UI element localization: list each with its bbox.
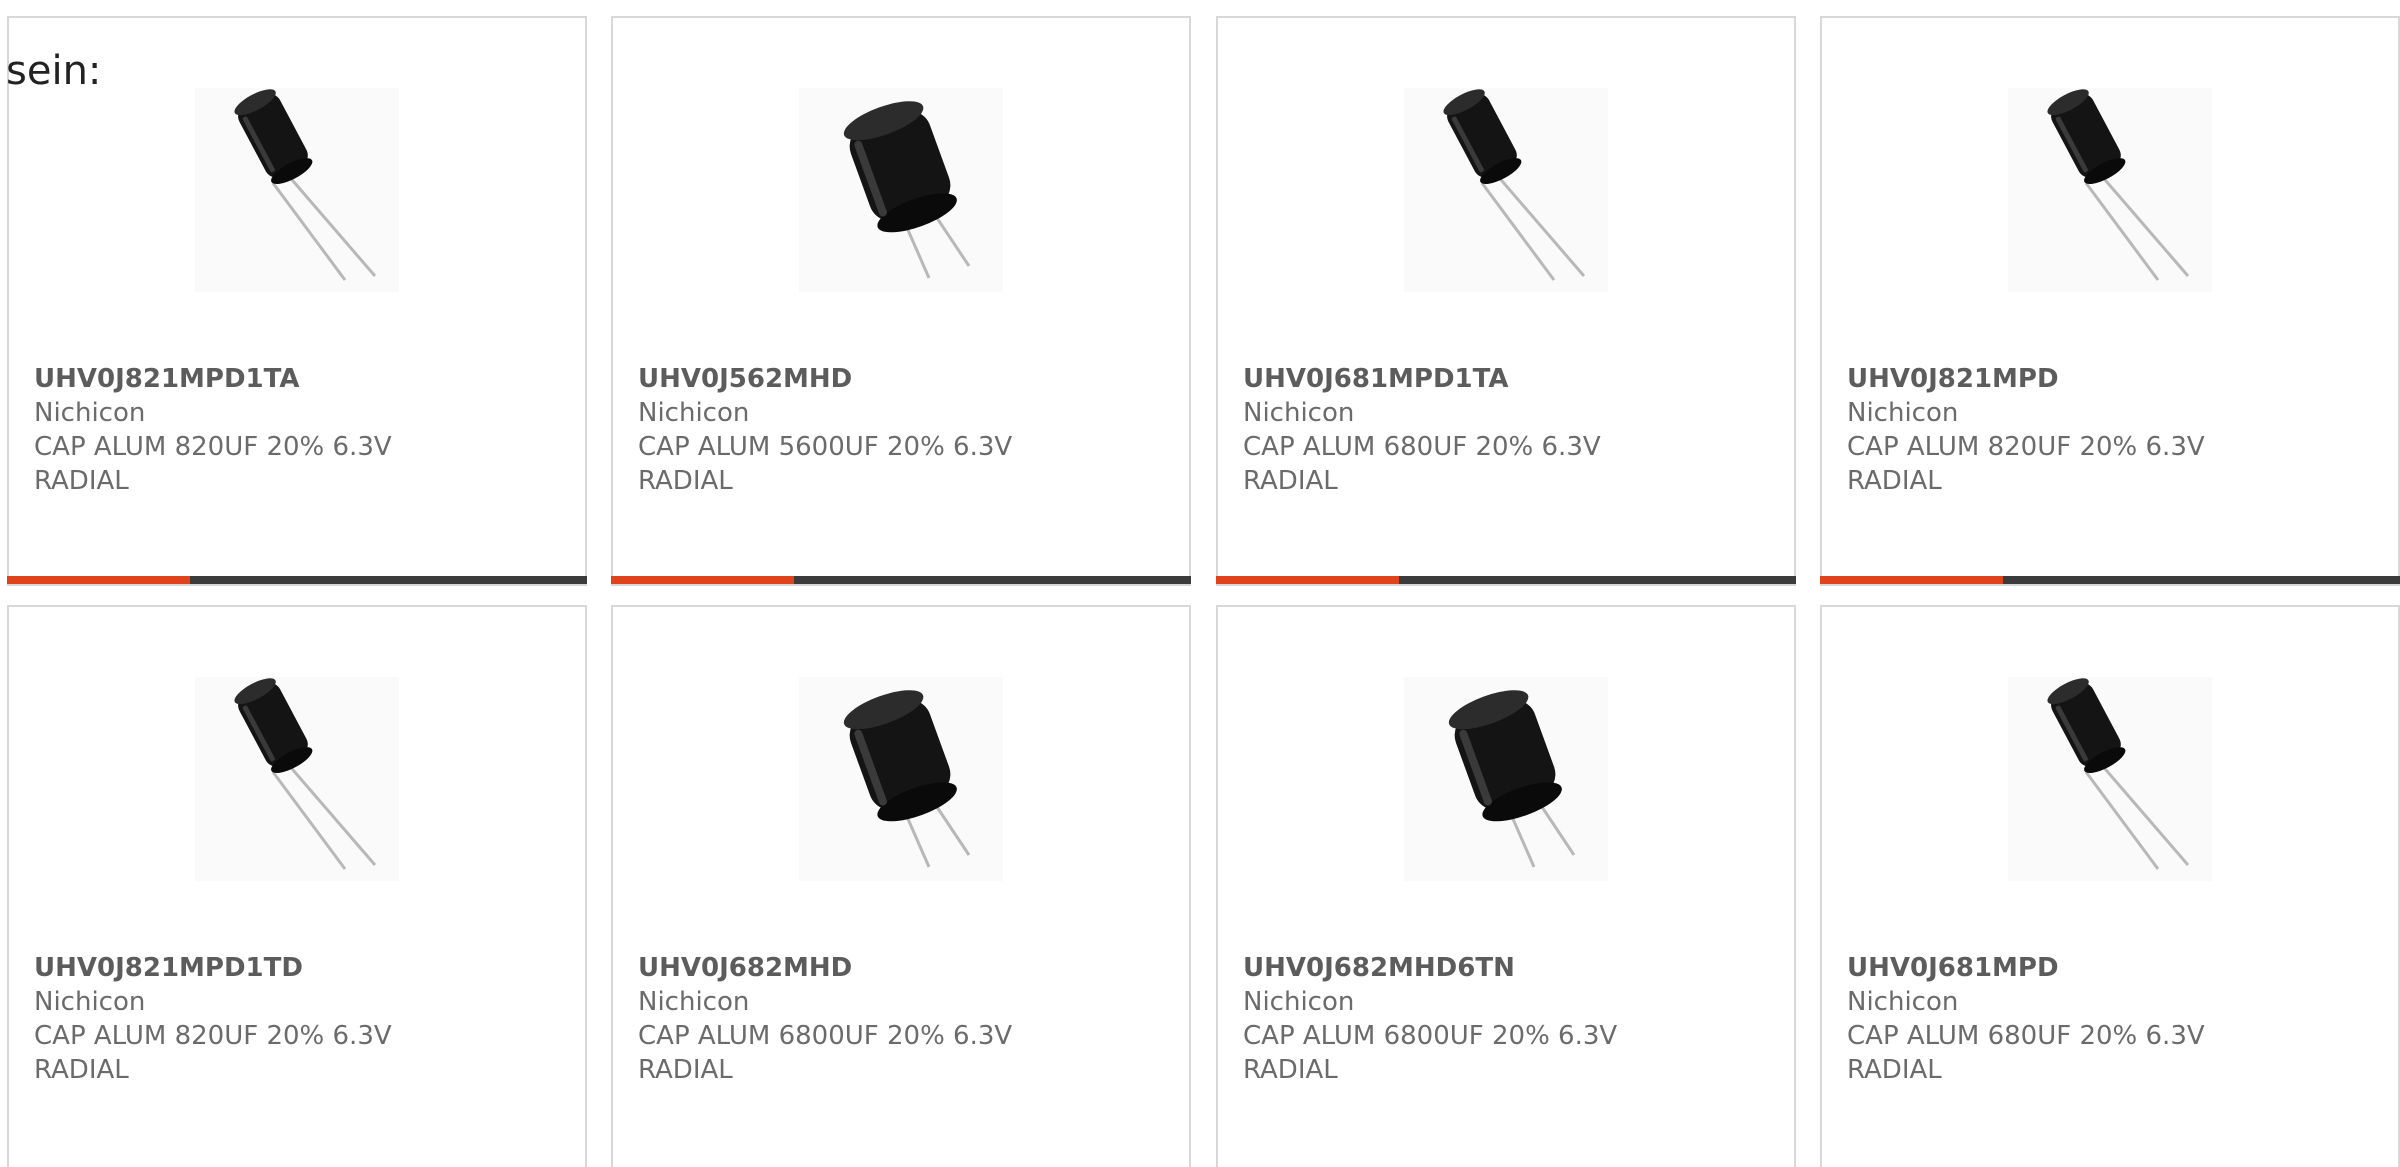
product-card[interactable]: UHV0J681MPD1TA Nichicon CAP ALUM 680UF 20%… xyxy=(1216,16,1796,586)
product-description: CAP ALUM 820UF 20% 6.3V xyxy=(1847,432,2205,462)
product-info: UHV0J821MPD Nichicon CAP ALUM 820UF 20% 6.… xyxy=(1847,362,2367,498)
manufacturer-name: Nichicon xyxy=(638,987,750,1017)
package-type: RADIAL xyxy=(34,1055,129,1085)
product-info: UHV0J682MHD6TN Nichicon CAP ALUM 6800UF 20… xyxy=(1243,951,1763,1087)
product-card[interactable]: UHV0J821MPD Nichicon CAP ALUM 820UF 20% 6.… xyxy=(1820,16,2400,586)
product-card[interactable]: UHV0J682MHD6TN Nichicon CAP ALUM 6800UF 20… xyxy=(1216,605,1796,1167)
card-accent-bar-highlight xyxy=(1216,576,1399,584)
product-description: CAP ALUM 6800UF 20% 6.3V xyxy=(638,1021,1013,1051)
manufacturer-name: Nichicon xyxy=(34,398,146,428)
manufacturer-name: Nichicon xyxy=(1847,398,1959,428)
card-accent-bar xyxy=(611,576,1191,584)
card-accent-bar xyxy=(1820,576,2400,584)
product-card[interactable]: UHV0J562MHD Nichicon CAP ALUM 5600UF 20% 6… xyxy=(611,16,1191,586)
product-info: UHV0J681MPD1TA Nichicon CAP ALUM 680UF 20%… xyxy=(1243,362,1763,498)
small-radial-capacitor-icon[interactable] xyxy=(1404,88,1608,292)
part-number-link[interactable]: UHV0J681MPD xyxy=(1847,951,2367,985)
package-type: RADIAL xyxy=(34,466,129,496)
package-type: RADIAL xyxy=(638,466,733,496)
product-card[interactable]: UHV0J681MPD Nichicon CAP ALUM 680UF 20% 6.… xyxy=(1820,605,2400,1167)
part-number-link[interactable]: UHV0J821MPD1TD xyxy=(34,951,554,985)
manufacturer-name: Nichicon xyxy=(1243,398,1355,428)
product-grid-page: sein: UHV0J821MPD1TA Nichicon CAP ALUM 820… xyxy=(0,0,2400,1167)
product-info: UHV0J562MHD Nichicon CAP ALUM 5600UF 20% 6… xyxy=(638,362,1158,498)
manufacturer-name: Nichicon xyxy=(34,987,146,1017)
part-number-link[interactable]: UHV0J562MHD xyxy=(638,362,1158,396)
product-description: CAP ALUM 6800UF 20% 6.3V xyxy=(1243,1021,1618,1051)
card-accent-bar xyxy=(7,576,587,584)
package-type: RADIAL xyxy=(1847,466,1942,496)
product-description: CAP ALUM 680UF 20% 6.3V xyxy=(1243,432,1601,462)
card-accent-bar-highlight xyxy=(611,576,794,584)
large-radial-capacitor-icon[interactable] xyxy=(1404,677,1608,881)
product-description: CAP ALUM 820UF 20% 6.3V xyxy=(34,1021,392,1051)
package-type: RADIAL xyxy=(1243,466,1338,496)
intro-text: sein: xyxy=(6,48,102,94)
small-radial-capacitor-icon[interactable] xyxy=(2008,88,2212,292)
part-number-link[interactable]: UHV0J682MHD xyxy=(638,951,1158,985)
part-number-link[interactable]: UHV0J821MPD xyxy=(1847,362,2367,396)
card-accent-bar-highlight xyxy=(7,576,190,584)
package-type: RADIAL xyxy=(638,1055,733,1085)
product-info: UHV0J681MPD Nichicon CAP ALUM 680UF 20% 6.… xyxy=(1847,951,2367,1087)
card-accent-bar xyxy=(1216,576,1796,584)
product-card[interactable]: UHV0J821MPD1TA Nichicon CAP ALUM 820UF 20%… xyxy=(7,16,587,586)
large-radial-capacitor-icon[interactable] xyxy=(799,88,1003,292)
large-radial-capacitor-icon[interactable] xyxy=(799,677,1003,881)
package-type: RADIAL xyxy=(1243,1055,1338,1085)
product-description: CAP ALUM 680UF 20% 6.3V xyxy=(1847,1021,2205,1051)
product-card[interactable]: UHV0J682MHD Nichicon CAP ALUM 6800UF 20% 6… xyxy=(611,605,1191,1167)
part-number-link[interactable]: UHV0J821MPD1TA xyxy=(34,362,554,396)
manufacturer-name: Nichicon xyxy=(1243,987,1355,1017)
product-card[interactable]: UHV0J821MPD1TD Nichicon CAP ALUM 820UF 20%… xyxy=(7,605,587,1167)
product-description: CAP ALUM 820UF 20% 6.3V xyxy=(34,432,392,462)
part-number-link[interactable]: UHV0J682MHD6TN xyxy=(1243,951,1763,985)
small-radial-capacitor-icon[interactable] xyxy=(195,677,399,881)
product-info: UHV0J821MPD1TA Nichicon CAP ALUM 820UF 20%… xyxy=(34,362,554,498)
card-accent-bar-highlight xyxy=(1820,576,2003,584)
product-info: UHV0J821MPD1TD Nichicon CAP ALUM 820UF 20%… xyxy=(34,951,554,1087)
small-radial-capacitor-icon[interactable] xyxy=(195,88,399,292)
manufacturer-name: Nichicon xyxy=(1847,987,1959,1017)
small-radial-capacitor-icon[interactable] xyxy=(2008,677,2212,881)
manufacturer-name: Nichicon xyxy=(638,398,750,428)
part-number-link[interactable]: UHV0J681MPD1TA xyxy=(1243,362,1763,396)
product-description: CAP ALUM 5600UF 20% 6.3V xyxy=(638,432,1013,462)
package-type: RADIAL xyxy=(1847,1055,1942,1085)
product-info: UHV0J682MHD Nichicon CAP ALUM 6800UF 20% 6… xyxy=(638,951,1158,1087)
